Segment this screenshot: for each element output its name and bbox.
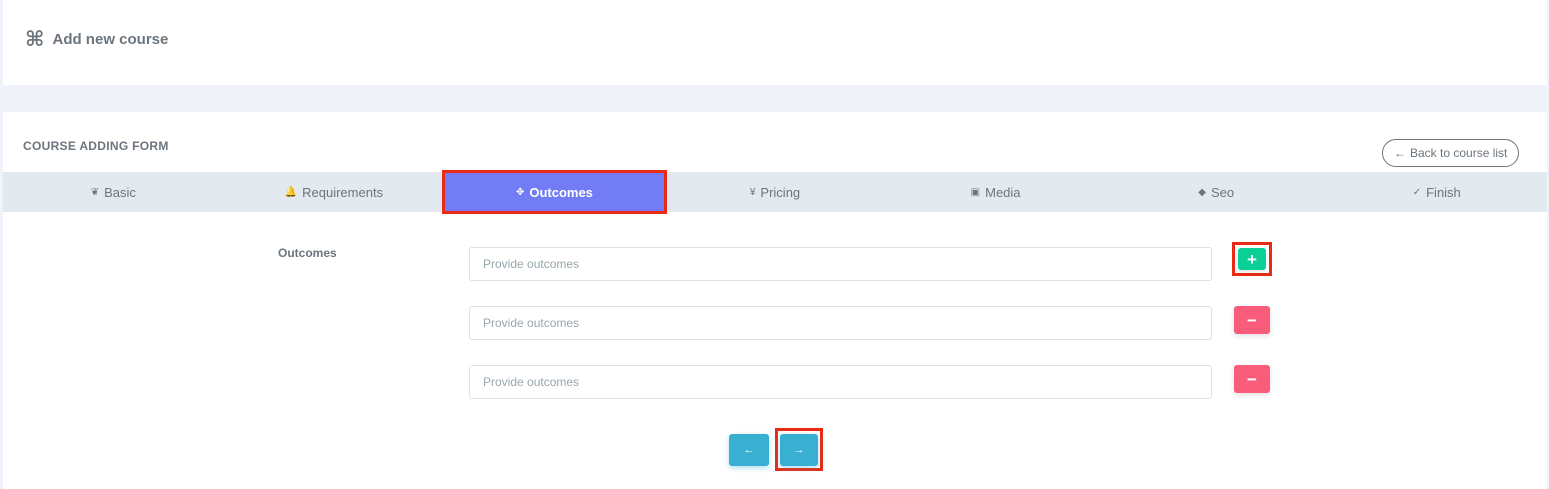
bell-icon: 🔔 bbox=[284, 186, 298, 198]
tab-label: Requirements bbox=[302, 184, 384, 200]
outcomes-label: Outcomes bbox=[278, 246, 337, 260]
tab-label: Seo bbox=[1210, 184, 1235, 200]
next-step-highlight: → bbox=[775, 428, 823, 471]
course-form-card: COURSE ADDING FORM ← Back to course list… bbox=[3, 112, 1547, 489]
tab-label: Finish bbox=[1426, 184, 1461, 200]
tab-label: Basic bbox=[104, 184, 136, 200]
arrow-left-icon: ← bbox=[1394, 146, 1406, 160]
tab-label: Media bbox=[985, 184, 1021, 200]
move-icon: ✥ bbox=[515, 186, 525, 198]
page-title: ⌘ Add new course bbox=[25, 29, 168, 50]
tab-basic[interactable]: ❦ Basic bbox=[3, 172, 224, 212]
tab-seo[interactable]: ◆ Seo bbox=[1106, 172, 1327, 212]
previous-step-button[interactable]: ← bbox=[729, 434, 769, 466]
add-outcome-highlight: + bbox=[1232, 242, 1272, 276]
remove-outcome-button[interactable]: − bbox=[1234, 365, 1270, 393]
back-to-course-list-button[interactable]: ← Back to course list bbox=[1382, 139, 1520, 167]
outcome-input-2[interactable] bbox=[469, 306, 1212, 340]
page-header-card: ⌘ Add new course bbox=[3, 0, 1547, 85]
add-outcome-button[interactable]: + bbox=[1238, 248, 1266, 270]
remove-outcome-button[interactable]: − bbox=[1234, 306, 1270, 334]
tab-pricing[interactable]: ¥ Pricing bbox=[665, 172, 886, 212]
outcome-input-1[interactable] bbox=[469, 247, 1212, 281]
media-icon: ▣ bbox=[970, 186, 981, 198]
page-title-text: Add new course bbox=[52, 31, 169, 48]
command-icon: ⌘ bbox=[25, 28, 45, 51]
check-circle-icon: ✓ bbox=[1412, 186, 1422, 198]
wizard-tabs: ❦ Basic 🔔 Requirements ✥ Outcomes ¥ Pric… bbox=[3, 170, 1547, 214]
leaf-icon: ❦ bbox=[90, 186, 100, 198]
tab-outcomes[interactable]: ✥ Outcomes bbox=[442, 170, 667, 214]
tab-requirements[interactable]: 🔔 Requirements bbox=[224, 172, 445, 212]
tab-label: Outcomes bbox=[529, 184, 593, 200]
yen-icon: ¥ bbox=[749, 186, 756, 198]
tag-icon: ◆ bbox=[1198, 186, 1206, 198]
form-heading: COURSE ADDING FORM bbox=[23, 139, 169, 153]
tab-finish[interactable]: ✓ Finish bbox=[1326, 172, 1547, 212]
outcome-input-3[interactable] bbox=[469, 365, 1212, 399]
tab-label: Pricing bbox=[760, 184, 801, 200]
tab-media[interactable]: ▣ Media bbox=[885, 172, 1106, 212]
next-step-button[interactable]: → bbox=[780, 433, 818, 466]
back-button-label: Back to course list bbox=[1410, 146, 1508, 160]
